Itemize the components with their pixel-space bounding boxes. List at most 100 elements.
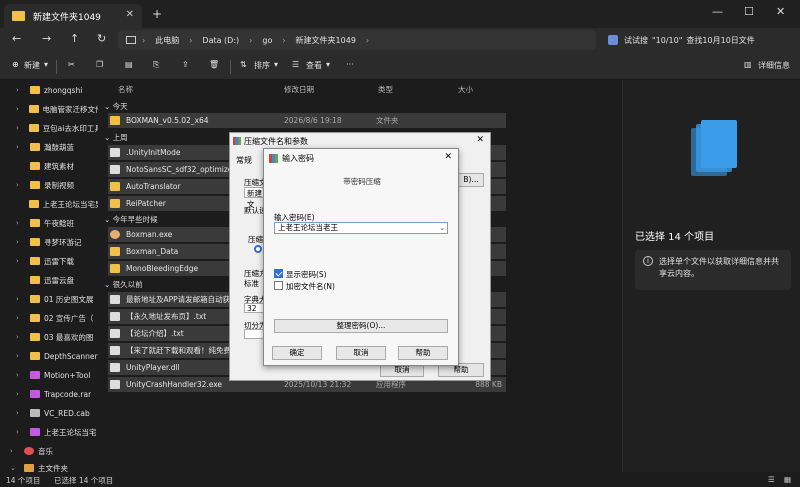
encrypt-names-label[interactable]: 加密文件名(N) [286, 281, 335, 292]
folder-icon [30, 219, 40, 227]
maximize-button[interactable]: ☐ [744, 5, 754, 18]
details-button[interactable]: 详细信息 [758, 60, 790, 71]
sidebar-item[interactable]: › 迅雷下载 [0, 253, 98, 269]
sidebar-item[interactable]: › 午夜鲶班 [0, 215, 98, 231]
sidebar-item[interactable]: › 上老王论坛当宅 [0, 424, 98, 440]
group-header-last-week[interactable]: ⌄ 上周 [104, 132, 128, 143]
tab-close-icon[interactable]: ✕ [126, 9, 134, 20]
sidebar-item[interactable]: 上老王论坛当宅男 [0, 196, 98, 212]
new-button[interactable]: 新建 [24, 60, 40, 71]
sidebar-item[interactable]: › 02 宣传广告（ [0, 310, 98, 326]
close-icon[interactable]: ✕ [476, 135, 484, 145]
archive-icon [30, 390, 40, 398]
chevron-right-icon[interactable]: › [16, 371, 26, 379]
chevron-right-icon[interactable]: › [16, 314, 26, 322]
delete-icon[interactable]: 🗑 [209, 60, 219, 69]
breadcrumb-folder[interactable]: 新建文件夹1049 [296, 35, 356, 46]
group-header-long-ago[interactable]: ⌄ 很久以前 [104, 279, 143, 290]
cut-icon[interactable]: ✂ [68, 60, 75, 69]
up-button[interactable]: ↑ [70, 32, 79, 45]
sidebar-item-label: VC_RED.cab [44, 408, 90, 418]
password-value: 上老王论坛当老王 [278, 223, 338, 232]
chevron-right-icon[interactable]: › [16, 143, 26, 151]
more-button[interactable]: ··· [346, 60, 354, 69]
show-password-checkbox[interactable] [274, 269, 283, 278]
format-radio[interactable] [254, 245, 262, 253]
sidebar-item[interactable]: › 录制视频 [0, 177, 98, 193]
sidebar-item[interactable]: › 豆包ai去水印工具 [0, 120, 98, 136]
chevron-right-icon[interactable]: › [16, 86, 26, 94]
details-view-icon[interactable]: ☰ [768, 475, 775, 484]
share-icon[interactable]: ⇪ [182, 60, 189, 69]
sidebar-item-home[interactable]: ⌄ 主文件夹 [0, 460, 98, 472]
refresh-button[interactable]: ↻ [97, 32, 106, 45]
sidebar-item[interactable]: › Motion+Tool [0, 367, 98, 383]
chevron-right-icon[interactable]: › [16, 181, 26, 189]
chevron-right-icon[interactable]: › [16, 352, 26, 360]
breadcrumb-drive[interactable]: Data (D:) [202, 36, 239, 45]
column-header-name[interactable]: 名称 [118, 84, 133, 95]
breadcrumb-this-pc[interactable]: 此电脑 [155, 35, 179, 46]
sidebar-item[interactable]: › Trapcode.rar [0, 386, 98, 402]
compression-method-value[interactable]: 标准 [244, 278, 259, 289]
close-button[interactable]: ✕ [776, 5, 785, 18]
show-password-label[interactable]: 显示密码(S) [286, 269, 327, 280]
sidebar-item[interactable]: › 01 历史图文展 [0, 291, 98, 307]
folder-icon [110, 199, 120, 208]
chevron-down-icon[interactable]: ⌄ [439, 223, 445, 233]
column-header-type[interactable]: 类型 [378, 84, 393, 95]
chevron-right-icon[interactable]: › [16, 295, 26, 303]
chevron-right-icon[interactable]: › [16, 124, 25, 132]
organize-passwords-button[interactable]: 整理密码(O)... [274, 319, 448, 333]
forward-button[interactable]: → [42, 32, 51, 45]
column-header-date[interactable]: 修改日期 [284, 84, 314, 95]
sidebar-item[interactable]: › 电脑管家迁移文件 [0, 101, 98, 117]
new-tab-button[interactable]: + [152, 7, 162, 21]
help-button[interactable]: 帮助 [398, 346, 448, 360]
sidebar-item[interactable]: › 寻梦环游记 [0, 234, 98, 250]
chevron-right-icon[interactable]: › [16, 105, 25, 113]
sidebar-item[interactable]: › 03 最喜欢的图 [0, 329, 98, 345]
chevron-right-icon[interactable]: › [16, 238, 26, 246]
column-header-size[interactable]: 大小 [458, 84, 473, 95]
group-header-earlier-this-year[interactable]: ⌄ 今年早些时候 [104, 214, 158, 225]
chevron-right-icon[interactable]: › [16, 333, 26, 341]
sidebar-item[interactable]: › DepthScanner [0, 348, 98, 364]
password-input[interactable]: 上老王论坛当老王 ⌄ [274, 222, 448, 234]
view-button[interactable]: 查看 [306, 60, 322, 71]
file-icon [110, 346, 120, 355]
sidebar-item[interactable]: › zhongqshi [0, 82, 98, 98]
chevron-right-icon[interactable]: › [16, 219, 26, 227]
table-row[interactable]: BOXMAN_v0.5.02_x64 2026/8/6 19:18 文件夹 [108, 113, 506, 128]
back-button[interactable]: ← [12, 32, 21, 45]
browse-button[interactable]: B)... [458, 173, 484, 187]
breadcrumb-go[interactable]: go [262, 36, 272, 45]
rename-icon[interactable]: ⎘ [153, 60, 159, 70]
chevron-right-icon[interactable]: › [10, 447, 20, 455]
paste-icon[interactable]: ▤ [125, 60, 133, 69]
sidebar-item[interactable]: 迅雷云盘 [0, 272, 98, 288]
chevron-down-icon[interactable]: ⌄ [10, 464, 20, 472]
sidebar-item[interactable]: › VC_RED.cab [0, 405, 98, 421]
search-box[interactable]: 试试搜 "10/10" 查找10月10日文件 [602, 30, 792, 50]
sidebar-item[interactable]: › 瀚鼓葫蓝 [0, 139, 98, 155]
address-bar[interactable]: › 此电脑 › Data (D:) › go › 新建文件夹1049 › [118, 30, 596, 50]
group-header-today[interactable]: ⌄ 今天 [104, 101, 128, 112]
ok-button[interactable]: 确定 [272, 346, 322, 360]
thumbnail-view-icon[interactable]: ▦ [784, 475, 791, 484]
file-icon [110, 148, 120, 157]
cancel-button[interactable]: 取消 [336, 346, 386, 360]
sort-button[interactable]: 排序 [254, 60, 270, 71]
tab-general[interactable]: 常规 [236, 155, 252, 166]
minimize-button[interactable]: — [712, 5, 723, 18]
tab-current-folder[interactable]: 新建文件夹1049 ✕ [4, 4, 142, 28]
chevron-right-icon[interactable]: › [16, 409, 26, 417]
chevron-right-icon[interactable]: › [16, 390, 26, 398]
close-icon[interactable]: ✕ [444, 152, 452, 162]
chevron-right-icon[interactable]: › [16, 257, 26, 265]
sidebar-item[interactable]: 建筑素材 [0, 158, 98, 174]
encrypt-names-checkbox[interactable] [274, 281, 283, 290]
sidebar-item[interactable]: › 音乐 [0, 443, 98, 459]
copy-icon[interactable]: ❐ [96, 60, 103, 69]
chevron-right-icon[interactable]: › [16, 428, 26, 436]
